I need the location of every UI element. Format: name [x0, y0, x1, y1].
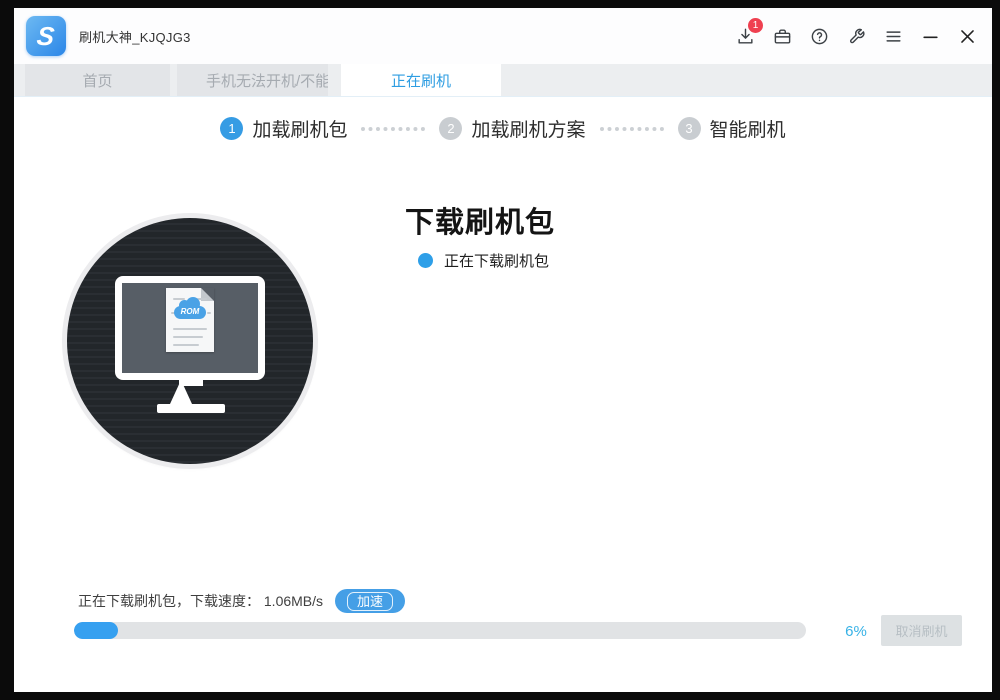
wrench-icon[interactable] [845, 25, 867, 47]
step-1-load-package: 1 加载刷机包 [220, 115, 347, 142]
app-logo-letter: S [36, 23, 56, 49]
app-title: 刷机大神_KJQJG3 [79, 27, 191, 46]
task-item: 正在下载刷机包 [418, 250, 549, 271]
main-content: 1 加载刷机包 2 加载刷机方案 3 智能刷机 [14, 97, 992, 692]
step-3-label: 智能刷机 [710, 115, 786, 142]
download-illustration: ROM [67, 218, 313, 464]
notification-badge: 1 [748, 18, 763, 33]
app-window: S 刷机大神_KJQJG3 1 [14, 8, 992, 692]
minimize-icon[interactable] [919, 25, 941, 47]
monitor-screen: ROM [122, 283, 258, 373]
progress-percent-label: 6% [834, 623, 878, 640]
rom-cloud-icon: ROM [174, 306, 206, 319]
step-3-number: 3 [678, 117, 701, 140]
monitor-icon: ROM [115, 276, 265, 380]
titlebar-actions: 1 [734, 25, 978, 47]
accelerate-label: 加速 [347, 592, 393, 611]
download-status-text: 正在下载刷机包，下载速度： 1.06MB/s [78, 591, 323, 611]
step-1-label: 加载刷机包 [252, 115, 347, 142]
step-connector [600, 127, 664, 131]
monitor-stand-neck [170, 380, 192, 404]
page-title: 下载刷机包 [405, 199, 555, 241]
tab-phone-wont-boot[interactable]: 手机无法开机/不能 [177, 64, 328, 96]
app-logo: S [26, 16, 66, 56]
cancel-flash-button[interactable]: 取消刷机 [881, 615, 962, 646]
accelerate-button[interactable]: 加速 [335, 589, 405, 613]
step-2-load-plan: 2 加载刷机方案 [439, 115, 585, 142]
step-1-number: 1 [220, 117, 243, 140]
download-status-row: 正在下载刷机包，下载速度： 1.06MB/s 加速 [78, 589, 405, 613]
step-3-smart-flash: 3 智能刷机 [678, 115, 786, 142]
help-icon[interactable] [808, 25, 830, 47]
download-icon[interactable]: 1 [734, 25, 756, 47]
task-bullet-icon [418, 253, 433, 268]
step-2-label: 加载刷机方案 [471, 115, 585, 142]
monitor-stand-base [157, 404, 225, 413]
rom-label: ROM [174, 307, 206, 316]
tab-bar: 首页 手机无法开机/不能 正在刷机 [14, 64, 992, 97]
close-icon[interactable] [956, 25, 978, 47]
rom-file-icon: ROM [166, 288, 214, 352]
step-2-number: 2 [439, 117, 462, 140]
progress-bar [74, 622, 806, 639]
progress-fill [74, 622, 118, 639]
task-label: 正在下载刷机包 [444, 250, 549, 271]
tab-home[interactable]: 首页 [25, 64, 170, 96]
step-connector [361, 127, 425, 131]
tab-flashing-active[interactable]: 正在刷机 [341, 64, 501, 96]
step-indicator: 1 加载刷机包 2 加载刷机方案 3 智能刷机 [14, 115, 992, 142]
menu-icon[interactable] [882, 25, 904, 47]
titlebar: S 刷机大神_KJQJG3 1 [14, 8, 992, 64]
toolbox-icon[interactable] [771, 25, 793, 47]
